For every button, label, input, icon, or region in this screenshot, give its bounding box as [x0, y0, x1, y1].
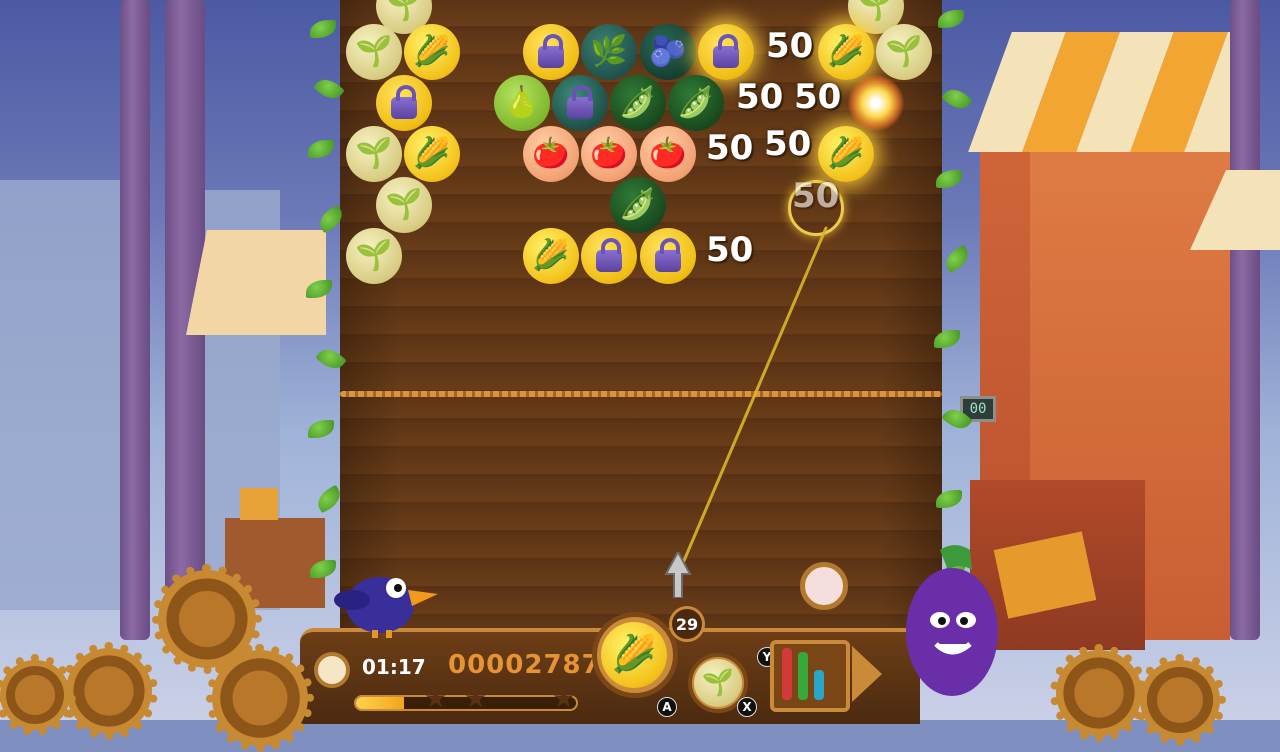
star-icon: ★: [464, 684, 488, 714]
crate: [240, 488, 278, 520]
star-icon: ★: [424, 684, 448, 714]
radish-bubble: 🌱: [876, 24, 932, 80]
booster-tube: [814, 670, 824, 700]
lock-icon: [538, 34, 564, 68]
locked-grape-bubble: [640, 228, 696, 284]
basil-bubble: 🌿: [581, 24, 637, 80]
lock-icon: [567, 85, 593, 119]
pea-bubble: 🫛: [668, 75, 724, 131]
clock-icon: [314, 652, 350, 688]
locked-grape-bubble: [698, 24, 754, 80]
booster-tube: [830, 656, 840, 700]
pear-bubble: 🍐: [494, 75, 550, 131]
tree-trunk: [1230, 0, 1260, 640]
burst-effect: [848, 75, 904, 131]
launcher-arrow[interactable]: [664, 549, 692, 599]
floating-score: 50: [706, 230, 754, 270]
locked-grape-bubble: [523, 24, 579, 80]
pressure-gauge: [800, 562, 848, 610]
radish-bubble: 🌱: [346, 24, 402, 80]
eggplant-mascot: [900, 540, 1010, 700]
floating-score: 50: [764, 124, 812, 164]
shots-left-badge: 29: [669, 606, 705, 642]
floating-score: 50: [766, 26, 814, 66]
floating-score: 50: [736, 77, 784, 117]
progress-fill: [356, 697, 405, 709]
background-building: [0, 180, 120, 610]
gear-decoration: [1050, 644, 1148, 742]
danger-line: [340, 391, 942, 397]
tomato-bubble: 🍅: [581, 126, 637, 182]
gear-decoration: [206, 644, 314, 752]
booster-chest[interactable]: [770, 640, 850, 712]
star-icon: ★: [552, 684, 576, 714]
score-counter: 00002787: [448, 650, 601, 680]
current-bubble[interactable]: 🌽: [601, 622, 667, 688]
button-x-hint: X: [737, 697, 757, 717]
left-vine: [306, 0, 347, 640]
timer: 01:17: [362, 655, 426, 679]
radish-bubble: 🌱: [376, 177, 432, 233]
floating-score: 50: [706, 128, 754, 168]
radish-bubble: 🌱: [346, 126, 402, 182]
button-a-hint: A: [657, 697, 677, 717]
arrow-decoration: [852, 646, 882, 702]
gear-decoration: [60, 642, 158, 740]
next-bubble[interactable]: 🌱: [694, 659, 742, 707]
market-stall-awning: [960, 32, 1230, 152]
booster-tube: [782, 648, 792, 700]
pea-bubble: 🫛: [610, 177, 666, 233]
locked-grape-bubble: [376, 75, 432, 131]
booster-tube: [798, 652, 808, 700]
tomato-bubble: 🍅: [640, 126, 696, 182]
locked-grape-bubble: [581, 228, 637, 284]
lock-icon: [596, 238, 622, 272]
corn-bubble: 🌽: [818, 126, 874, 182]
pea-bubble: 🫛: [610, 75, 666, 131]
floating-score: 50: [792, 176, 840, 216]
lock-icon: [713, 34, 739, 68]
berry-monster-bubble: 🫐: [640, 24, 696, 80]
bird-mascot: [330, 560, 440, 640]
floating-score: 50: [794, 77, 842, 117]
corn-bubble: 🌽: [523, 228, 579, 284]
corn-bubble: 🌽: [404, 24, 460, 80]
tomato-bubble: 🍅: [523, 126, 579, 182]
lock-icon: [391, 85, 417, 119]
locked-grape-bubble: [552, 75, 608, 131]
radish-bubble: 🌱: [346, 228, 402, 284]
lock-icon: [655, 238, 681, 272]
left-stall-awning: [186, 230, 326, 335]
corn-bubble: 🌽: [818, 24, 874, 80]
tree-trunk: [120, 0, 150, 640]
corn-bubble: 🌽: [404, 126, 460, 182]
gear-decoration: [1134, 654, 1226, 746]
